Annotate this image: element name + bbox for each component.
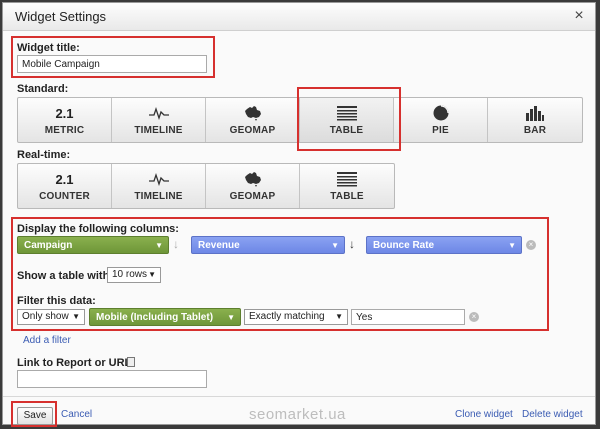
chevron-down-icon: ▼ xyxy=(155,241,163,250)
standard-timeline-button[interactable]: TIMELINE xyxy=(112,98,206,142)
filter-mode-select[interactable]: Only show ▼ xyxy=(17,309,85,325)
filter-label: Filter this data: xyxy=(17,295,96,307)
metric2-dropdown-value: Bounce Rate xyxy=(373,240,435,251)
filter-match-select[interactable]: Exactly matching ▼ xyxy=(244,309,348,325)
chevron-down-icon: ▼ xyxy=(72,312,80,321)
realtime-timeline-button[interactable]: TIMELINE xyxy=(112,164,206,208)
standard-metric-label: METRIC xyxy=(44,125,85,136)
counter-icon: 2.1 xyxy=(55,171,74,187)
realtime-geomap-button[interactable]: GEOMAP xyxy=(206,164,300,208)
show-table-label: Show a table with xyxy=(17,270,110,282)
columns-label: Display the following columns: xyxy=(17,223,179,235)
standard-bar-label: BAR xyxy=(523,125,547,136)
remove-column-icon[interactable]: × xyxy=(526,240,536,250)
pie-icon xyxy=(394,104,487,122)
document-icon xyxy=(127,357,135,367)
standard-metric-button[interactable]: 2.1 METRIC xyxy=(18,98,112,142)
metric1-dropdown[interactable]: Revenue ▼ xyxy=(191,236,345,254)
watermark: seomarket.ua xyxy=(249,406,346,423)
table-button-highlight xyxy=(297,87,401,151)
save-button[interactable]: Save xyxy=(17,407,53,425)
sort-arrow-dark-icon[interactable]: ↓ xyxy=(349,237,355,251)
realtime-geomap-label: GEOMAP xyxy=(229,191,276,202)
chevron-down-icon: ▼ xyxy=(227,313,235,322)
metric2-dropdown[interactable]: Bounce Rate ▼ xyxy=(366,236,522,254)
rows-select[interactable]: 10 rows ▼ xyxy=(107,267,161,283)
dialog-titlebar: Widget Settings × xyxy=(3,3,595,31)
dimension-dropdown-value: Campaign xyxy=(24,240,73,251)
chevron-down-icon: ▼ xyxy=(331,241,339,250)
filter-mode-value: Only show xyxy=(22,311,69,322)
standard-label: Standard: xyxy=(17,83,69,95)
chevron-down-icon: ▼ xyxy=(148,270,156,279)
geomap-icon xyxy=(206,104,299,122)
remove-filter-icon[interactable]: × xyxy=(469,312,479,322)
realtime-counter-label: COUNTER xyxy=(39,191,90,202)
metric-icon: 2.1 xyxy=(55,105,74,121)
close-icon[interactable]: × xyxy=(569,6,589,26)
clone-widget-link[interactable]: Clone widget xyxy=(455,409,513,420)
dimension-dropdown[interactable]: Campaign ▼ xyxy=(17,236,169,254)
bar-icon xyxy=(488,104,582,122)
standard-pie-button[interactable]: PIE xyxy=(394,98,488,142)
realtime-label: Real-time: xyxy=(17,149,71,161)
realtime-counter-button[interactable]: 2.1 COUNTER xyxy=(18,164,112,208)
realtime-visualizations: 2.1 COUNTER TIMELINE GEOMAP TABLE xyxy=(17,163,395,209)
rows-select-value: 10 rows xyxy=(112,269,148,280)
filter-value-input[interactable] xyxy=(351,309,465,325)
link-label: Link to Report or URL: xyxy=(17,357,135,369)
dialog-title: Widget Settings xyxy=(15,9,107,24)
table-icon xyxy=(300,170,394,188)
chevron-down-icon: ▼ xyxy=(335,312,343,321)
filter-dimension-dropdown[interactable]: Mobile (Including Tablet) ▼ xyxy=(89,308,241,326)
standard-bar-button[interactable]: BAR xyxy=(488,98,582,142)
standard-timeline-label: TIMELINE xyxy=(134,125,183,136)
link-url-input[interactable] xyxy=(17,370,207,388)
chevron-down-icon: ▼ xyxy=(508,241,516,250)
footer-divider xyxy=(3,396,595,397)
widget-title-label: Widget title: xyxy=(17,42,80,54)
filter-match-value: Exactly matching xyxy=(249,311,325,322)
geomap-icon xyxy=(206,170,299,188)
sort-arrow-light-icon[interactable]: ↓ xyxy=(173,237,179,251)
realtime-table-label: TABLE xyxy=(330,191,364,202)
timeline-icon xyxy=(112,104,205,122)
standard-pie-label: PIE xyxy=(432,125,449,136)
add-filter-link[interactable]: Add a filter xyxy=(23,335,71,346)
metric1-dropdown-value: Revenue xyxy=(198,240,240,251)
cancel-link[interactable]: Cancel xyxy=(61,409,92,420)
widget-title-input[interactable] xyxy=(17,55,207,73)
realtime-timeline-label: TIMELINE xyxy=(134,191,183,202)
widget-settings-dialog: Widget Settings × Widget title: Standard… xyxy=(2,2,596,427)
standard-geomap-label: GEOMAP xyxy=(229,125,276,136)
realtime-table-button[interactable]: TABLE xyxy=(300,164,394,208)
filter-dimension-value: Mobile (Including Tablet) xyxy=(96,312,214,323)
delete-widget-link[interactable]: Delete widget xyxy=(522,409,583,420)
standard-geomap-button[interactable]: GEOMAP xyxy=(206,98,300,142)
timeline-icon xyxy=(112,170,205,188)
